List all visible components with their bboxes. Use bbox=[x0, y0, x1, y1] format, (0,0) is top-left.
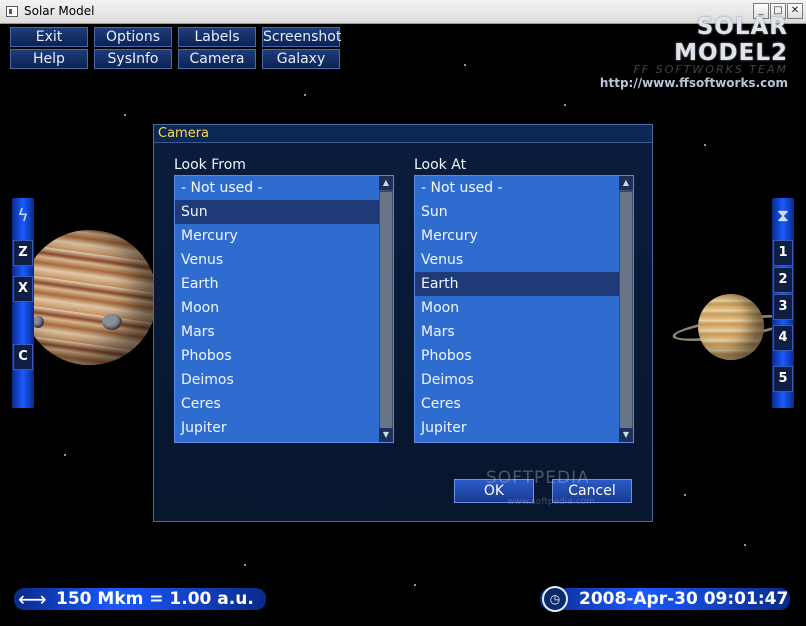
options-button[interactable]: Options bbox=[94, 27, 172, 47]
list-item[interactable]: Deimos bbox=[415, 368, 633, 392]
scroll-down-icon[interactable]: ▼ bbox=[619, 428, 633, 442]
hourglass-icon[interactable]: ⧗ bbox=[772, 204, 794, 228]
exit-button[interactable]: Exit bbox=[10, 27, 88, 47]
galaxy-button[interactable]: Galaxy bbox=[262, 49, 340, 69]
list-item[interactable]: Mercury bbox=[415, 224, 633, 248]
look-at-label: Look At bbox=[414, 157, 467, 173]
list-item-selected[interactable]: Sun bbox=[175, 200, 393, 224]
camera-button[interactable]: Camera bbox=[178, 49, 256, 69]
scale-readout: 150 Mkm = 1.00 a.u. bbox=[56, 589, 254, 609]
look-from-label: Look From bbox=[174, 157, 246, 173]
scroll-up-icon[interactable]: ▲ bbox=[619, 176, 633, 190]
list-item[interactable]: Mercury bbox=[175, 224, 393, 248]
dialog-title: Camera bbox=[154, 125, 652, 143]
softpedia-watermark-url: www.softpedia.com bbox=[507, 497, 595, 507]
speed-3-button[interactable]: 3 bbox=[773, 294, 793, 320]
logo-url[interactable]: http://www.ffsoftworks.com bbox=[588, 76, 788, 90]
list-item[interactable]: Phobos bbox=[175, 344, 393, 368]
moon-object[interactable] bbox=[102, 314, 122, 330]
logo-team: FF SOFTWORKS TEAM bbox=[633, 63, 788, 76]
lightning-icon[interactable]: ϟ bbox=[12, 204, 34, 228]
list-item[interactable]: Mars bbox=[175, 320, 393, 344]
close-button[interactable]: ✕ bbox=[787, 3, 803, 19]
axis-c-button[interactable]: C bbox=[13, 344, 33, 370]
list-item[interactable]: Deimos bbox=[175, 368, 393, 392]
look-from-list[interactable]: - Not used - Sun Mercury Venus Earth Moo… bbox=[174, 175, 394, 443]
list-item[interactable]: - Not used - bbox=[175, 176, 393, 200]
clock-icon[interactable]: ◷ bbox=[542, 586, 568, 612]
list-item[interactable]: Jupiter bbox=[415, 416, 633, 440]
window-title: Solar Model bbox=[24, 4, 95, 18]
list-item[interactable]: Mars bbox=[415, 320, 633, 344]
saturn-planet[interactable] bbox=[698, 294, 764, 360]
look-at-list[interactable]: - Not used - Sun Mercury Venus Earth Moo… bbox=[414, 175, 634, 443]
list-item[interactable]: Earth bbox=[175, 272, 393, 296]
speed-1-button[interactable]: 1 bbox=[773, 240, 793, 266]
datetime-readout[interactable]: 2008-Apr-30 09:01:47 bbox=[579, 588, 788, 610]
scale-arrows-icon: ⟷ bbox=[18, 587, 47, 611]
logo-title: SOLAR MODEL2 bbox=[674, 14, 788, 66]
scroll-down-icon[interactable]: ▼ bbox=[379, 428, 393, 442]
labels-button[interactable]: Labels bbox=[178, 27, 256, 47]
list-item[interactable]: Jupiter bbox=[175, 416, 393, 440]
scroll-thumb[interactable] bbox=[380, 192, 392, 428]
solar-model-logo: SOLAR MODEL2 FF SOFTWORKS TEAM http://ww… bbox=[588, 14, 788, 90]
camera-dialog: Camera Look From - Not used - Sun Mercur… bbox=[153, 124, 653, 522]
scroll-up-icon[interactable]: ▲ bbox=[379, 176, 393, 190]
look-from-scrollbar[interactable]: ▲ ▼ bbox=[379, 176, 393, 442]
softpedia-watermark: SOFTPEDIA bbox=[486, 468, 590, 488]
list-item-selected[interactable]: Earth bbox=[415, 272, 633, 296]
list-item[interactable]: Moon bbox=[415, 296, 633, 320]
jupiter-planet[interactable] bbox=[22, 230, 157, 365]
list-item[interactable]: Venus bbox=[175, 248, 393, 272]
list-item[interactable]: - Not used - bbox=[415, 176, 633, 200]
list-item[interactable]: Moon bbox=[175, 296, 393, 320]
left-control-bar bbox=[12, 198, 34, 408]
speed-4-button[interactable]: 4 bbox=[773, 325, 793, 351]
help-button[interactable]: Help bbox=[10, 49, 88, 69]
list-item[interactable]: Phobos bbox=[415, 344, 633, 368]
list-item[interactable]: Ceres bbox=[175, 392, 393, 416]
look-at-scrollbar[interactable]: ▲ ▼ bbox=[619, 176, 633, 442]
scroll-thumb[interactable] bbox=[620, 192, 632, 428]
list-item[interactable]: Venus bbox=[415, 248, 633, 272]
app-icon bbox=[6, 6, 18, 17]
screenshot-button[interactable]: Screenshot bbox=[262, 27, 341, 47]
list-item[interactable]: Sun bbox=[415, 200, 633, 224]
speed-5-button[interactable]: 5 bbox=[773, 366, 793, 392]
list-item[interactable]: Ceres bbox=[415, 392, 633, 416]
axis-x-button[interactable]: X bbox=[13, 276, 33, 302]
sysinfo-button[interactable]: SysInfo bbox=[94, 49, 172, 69]
speed-2-button[interactable]: 2 bbox=[773, 267, 793, 293]
axis-z-button[interactable]: Z bbox=[13, 240, 33, 266]
